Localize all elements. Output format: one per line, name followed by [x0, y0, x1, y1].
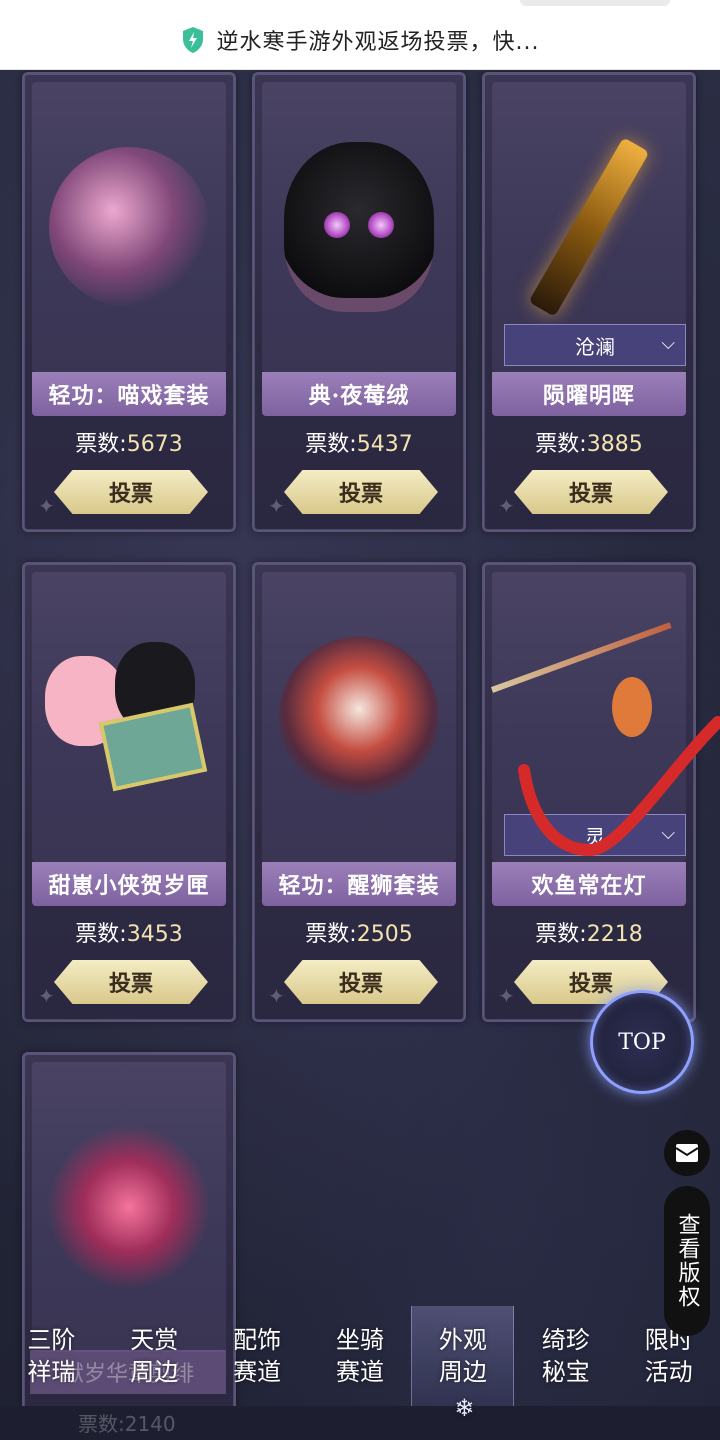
item-card: 甜崽小侠贺岁匣 票数:3453 ✦ 投票 — [22, 562, 236, 1022]
chevron-down-icon: ⌵ — [661, 823, 675, 844]
back-to-top-button[interactable]: TOP — [590, 990, 694, 1094]
vote-count: 票数:5437 — [305, 432, 413, 457]
bird-icon: ✦ — [498, 984, 515, 1008]
item-art — [262, 82, 456, 372]
vote-button[interactable]: 投票 — [514, 470, 668, 514]
page-title: 逆水寒手游外观返场投票，快... — [216, 30, 540, 55]
item-card: 轻功：喵戏套装 票数:5673 ✦ 投票 — [22, 72, 236, 532]
vote-count: 票数:5673 — [75, 432, 183, 457]
variant-select[interactable]: 灵 ⌵ — [504, 814, 686, 856]
item-card: 典·夜莓绒 票数:5437 ✦ 投票 — [252, 72, 466, 532]
item-card: 沧澜 ⌵ 陨曜明晖 票数:3885 ✦ 投票 — [482, 72, 696, 532]
shield-icon — [182, 27, 203, 53]
mail-icon — [675, 1144, 699, 1162]
item-name: 轻功：醒狮套装 — [262, 862, 456, 906]
header-bar: 逆水寒手游外观返场投票，快... — [0, 0, 720, 70]
vote-count: 票数:3885 — [535, 432, 643, 457]
item-art — [32, 82, 226, 372]
header-title-group: 逆水寒手游外观返场投票，快... — [0, 22, 720, 58]
item-name: 欢鱼常在灯 — [492, 862, 686, 906]
vote-button[interactable]: 投票 — [54, 470, 208, 514]
item-art — [262, 572, 456, 862]
item-name: 轻功：喵戏套装 — [32, 372, 226, 416]
item-name: 典·夜莓绒 — [262, 372, 456, 416]
bottom-nav: 三阶 祥瑞 天赏 周边 配饰 赛道 坐骑 赛道 外观 周边 ❄ 绮珍 秘宝 限时 活动 — [0, 1306, 720, 1422]
item-card: 轻功：醒狮套装 票数:2505 ✦ 投票 — [252, 562, 466, 1022]
chevron-down-icon: ⌵ — [661, 333, 675, 354]
item-name: 陨曜明晖 — [492, 372, 686, 416]
vote-count: 票数:2218 — [535, 922, 643, 947]
vote-button[interactable]: 投票 — [284, 470, 438, 514]
nav-item-sanjie[interactable]: 三阶 祥瑞 — [0, 1306, 103, 1406]
item-card: 灵 ⌵ 欢鱼常在灯 票数:2218 ✦ 投票 — [482, 562, 696, 1022]
copyright-button[interactable]: 查看版权 — [664, 1186, 710, 1336]
nav-item-peishi[interactable]: 配饰 赛道 — [206, 1306, 309, 1406]
snowflake-icon: ❄ — [454, 1394, 475, 1422]
bird-icon: ✦ — [498, 494, 515, 518]
bird-icon: ✦ — [38, 494, 55, 518]
variant-select[interactable]: 沧澜 ⌵ — [504, 324, 686, 366]
bird-icon: ✦ — [38, 984, 55, 1008]
bird-icon: ✦ — [268, 494, 285, 518]
vote-count: 票数:2505 — [305, 922, 413, 947]
item-art — [32, 572, 226, 862]
nav-item-zuoqi[interactable]: 坐骑 赛道 — [309, 1306, 412, 1406]
mail-button[interactable] — [664, 1130, 710, 1176]
vote-button[interactable]: 投票 — [284, 960, 438, 1004]
bird-icon: ✦ — [268, 984, 285, 1008]
nav-item-qizhen[interactable]: 绮珍 秘宝 — [514, 1306, 617, 1406]
vote-count: 票数:3453 — [75, 922, 183, 947]
nav-item-waiguan[interactable]: 外观 周边 ❄ — [411, 1306, 515, 1422]
vote-button[interactable]: 投票 — [54, 960, 208, 1004]
nav-item-tianshang[interactable]: 天赏 周边 — [103, 1306, 206, 1406]
vote-count: 票数:2140 — [78, 1412, 176, 1436]
item-name: 甜崽小侠贺岁匣 — [32, 862, 226, 906]
status-overlay — [520, 0, 670, 6]
